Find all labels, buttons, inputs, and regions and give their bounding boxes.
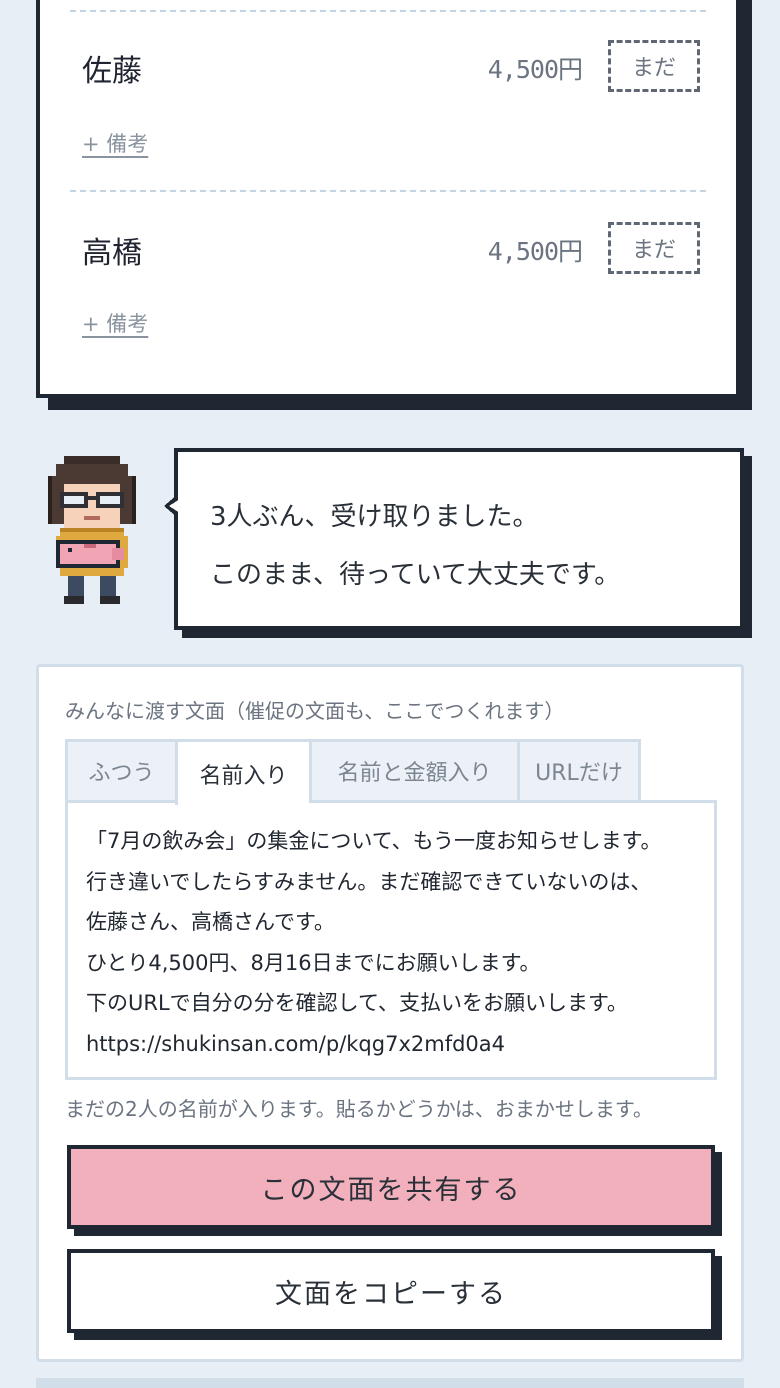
- bubble-text-line: 3人ぶん、受け取りました。: [210, 502, 539, 532]
- add-note-link[interactable]: + 備考: [82, 128, 148, 158]
- member-amount: 4,500円: [487, 55, 583, 84]
- member-name: 佐藤: [82, 54, 142, 89]
- divider: [70, 190, 706, 192]
- tab-with-names[interactable]: 名前入り: [175, 739, 309, 805]
- tab-names-and-amount[interactable]: 名前と金額入り: [309, 739, 517, 803]
- message-style-tabs: ふつう 名前入り 名前と金額入り URLだけ: [65, 739, 641, 805]
- divider: [70, 10, 706, 12]
- bubble-tail-icon: [164, 494, 178, 518]
- status-toggle-button[interactable]: まだ: [608, 222, 700, 274]
- tab-plain[interactable]: ふつう: [65, 739, 175, 803]
- status-toggle-button[interactable]: まだ: [608, 40, 700, 92]
- members-card: 佐藤 4,500円 まだ + 備考 高橋 4,500円 まだ + 備考: [36, 0, 740, 398]
- share-message-button[interactable]: この文面を共有する: [67, 1145, 715, 1229]
- next-section-edge: [36, 1378, 744, 1388]
- message-line: 下のURLで自分の分を確認して、支払いをお願いします。: [86, 991, 628, 1015]
- copy-message-button[interactable]: 文面をコピーする: [67, 1249, 715, 1333]
- panel-label: みんなに渡す文面（催促の文面も、ここでつくれます）: [65, 699, 565, 723]
- message-line: 行き違いでしたらすみません。まだ確認できていないのは、: [86, 869, 652, 894]
- tab-url-only[interactable]: URLだけ: [517, 739, 641, 803]
- member-amount: 4,500円: [487, 237, 583, 266]
- pixel-character-icon: [48, 456, 136, 604]
- add-note-link[interactable]: + 備考: [82, 308, 148, 338]
- share-message-panel: みんなに渡す文面（催促の文面も、ここでつくれます） ふつう 名前入り 名前と金額…: [36, 664, 744, 1362]
- member-name: 高橋: [82, 236, 142, 271]
- message-line: https://shukinsan.com/p/kqg7x2mfd0a4: [86, 1031, 506, 1056]
- message-line: 「7月の飲み会」の集金について、もう一度お知らせします。: [86, 829, 662, 853]
- message-text-area[interactable]: 「7月の飲み会」の集金について、もう一度お知らせします。 行き違いでしたらすみま…: [65, 800, 717, 1080]
- message-line: ひとり4,500円、8月16日までにお願いします。: [86, 950, 541, 975]
- bubble-text-line: このまま、待っていて大丈夫です。: [210, 560, 621, 590]
- hint-text: まだの2人の名前が入ります。貼るかどうかは、おまかせします。: [65, 1097, 653, 1121]
- message-line: 佐藤さん、高橋さんです。: [86, 910, 335, 934]
- speech-bubble: 3人ぶん、受け取りました。 このまま、待っていて大丈夫です。: [164, 448, 744, 630]
